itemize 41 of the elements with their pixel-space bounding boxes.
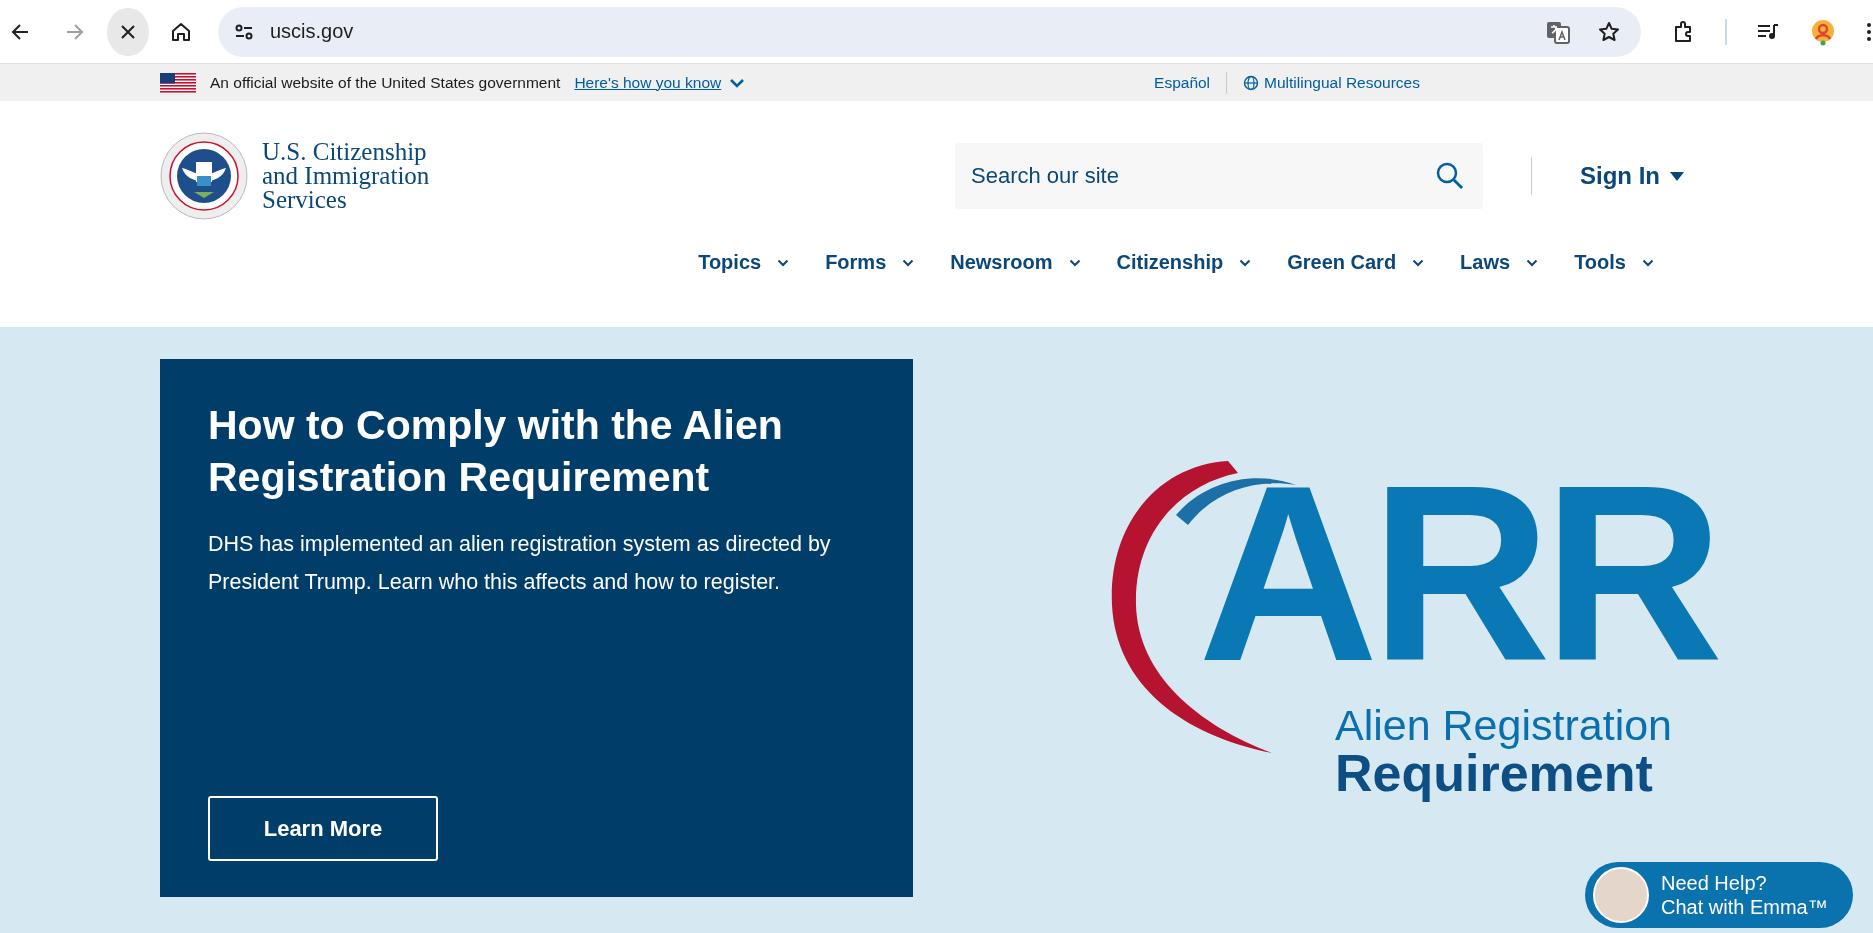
acronym-text: ARR	[1198, 449, 1716, 699]
how-you-know-link[interactable]: Here's how you know	[574, 73, 746, 92]
avatar-placeholder	[1593, 867, 1649, 923]
us-flag-icon	[160, 72, 196, 93]
url-text: uscis.gov	[270, 20, 355, 43]
hero-title: How to Comply with the Alien Registration Requirement	[208, 401, 784, 502]
caret-icon	[1670, 171, 1684, 181]
hero-description: DHS has implemented an alien registration system as directed by President Trump. Learn who this affects and how to register.	[208, 531, 832, 596]
chevron-down-icon	[1068, 258, 1081, 267]
stop-button[interactable]	[107, 7, 149, 56]
agency-logo[interactable]: U.S. Citizenship and Immigration Services	[160, 132, 430, 220]
nav-menu-item[interactable]: Newsroom	[950, 251, 1081, 274]
multilingual-resources-link[interactable]: Multilingual Resources	[1243, 73, 1420, 92]
chevron-down-icon	[1642, 258, 1654, 267]
language-link[interactable]: Español	[1154, 73, 1211, 92]
sign-in-button[interactable]: Sign In	[1580, 162, 1684, 190]
chat-button[interactable]: Need Help? Chat with Emma™	[1585, 862, 1853, 928]
address-bar[interactable]: uscis.gov	[218, 6, 1641, 57]
star-icon[interactable]	[1597, 19, 1621, 44]
chat-text: Chat with Emma™	[1661, 895, 1828, 919]
chevron-down-icon	[777, 258, 790, 267]
official-site-text: An official website of the United States government	[210, 73, 561, 92]
chevron-down-icon	[1526, 258, 1539, 267]
nav-menu-item[interactable]: Tools	[1574, 251, 1654, 274]
agency-name: U.S. Citizenship and Immigration Services	[262, 140, 430, 212]
chevron-down-icon	[1412, 258, 1425, 267]
more-menu-icon[interactable]	[1865, 20, 1873, 43]
nav-menu-item[interactable]: Topics	[698, 251, 790, 274]
nav-menu-item[interactable]: Green Card	[1287, 251, 1425, 274]
nav-menu-item[interactable]: Forms	[825, 251, 915, 274]
search-icon[interactable]	[1435, 161, 1465, 191]
search-field[interactable]: Search our site	[955, 143, 1483, 209]
nav-menu-item[interactable]: Laws	[1460, 251, 1539, 274]
chat-text: Need Help?	[1661, 871, 1768, 895]
chevron-down-icon	[729, 77, 746, 88]
globe-icon	[1243, 74, 1260, 91]
nav-menu-item[interactable]: Citizenship	[1116, 251, 1252, 274]
chevron-down-icon	[902, 258, 915, 267]
profile-icon[interactable]	[1809, 17, 1837, 46]
learn-more-button[interactable]: Learn More	[208, 796, 438, 861]
chevron-down-icon	[1239, 258, 1252, 267]
